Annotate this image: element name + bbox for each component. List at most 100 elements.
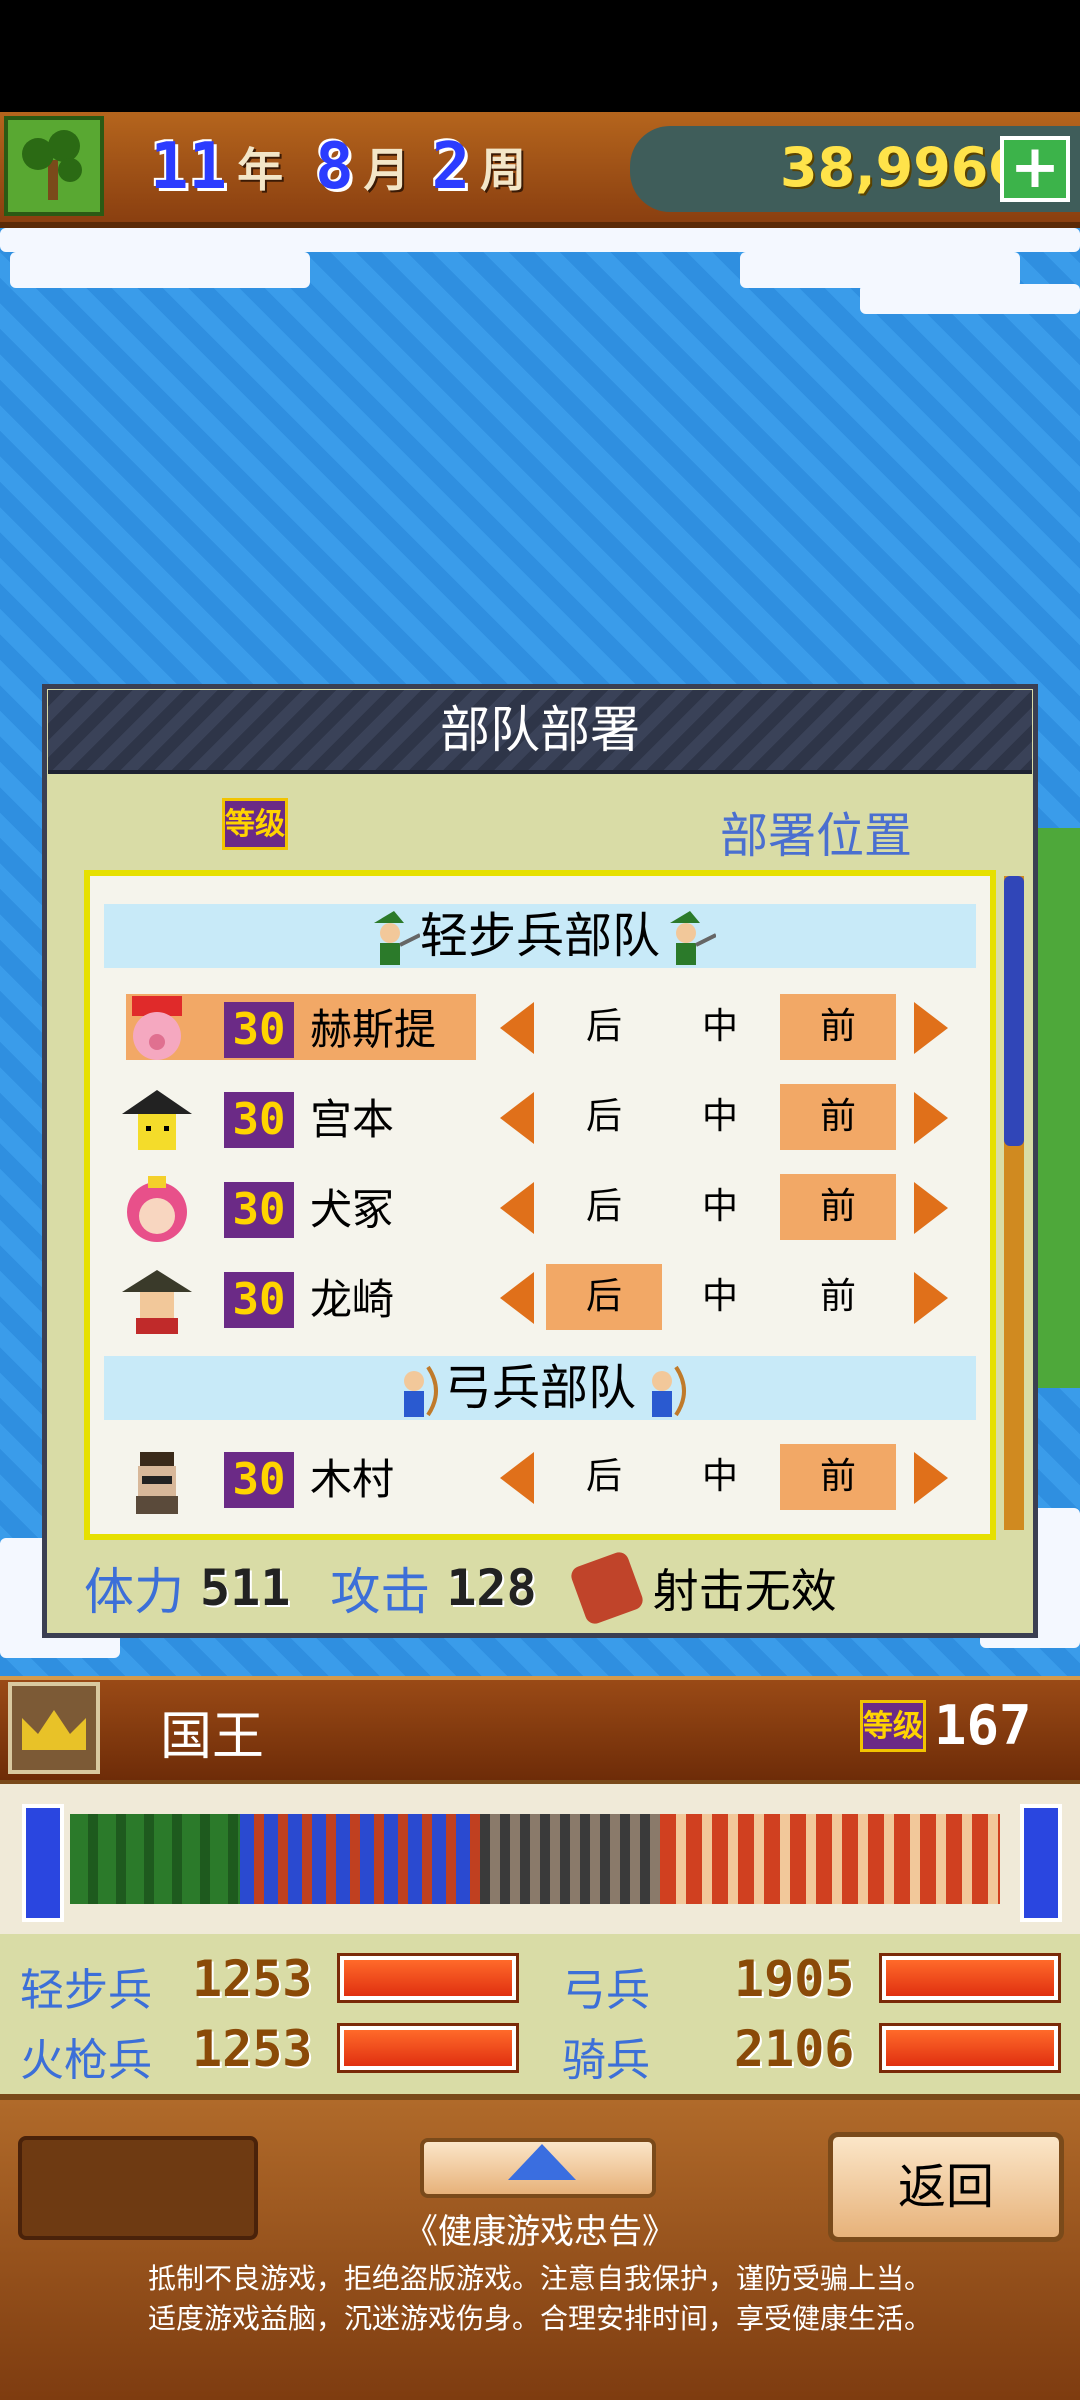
island	[1036, 828, 1080, 1388]
position-middle[interactable]: 中	[662, 1444, 778, 1510]
troop-label: 火枪兵	[20, 2035, 152, 2086]
troop-bar	[337, 2023, 519, 2073]
game-date: 11 年 8 月 2 周	[150, 122, 526, 212]
position-front[interactable]: 前	[780, 1444, 896, 1510]
level-badge-icon: 等级	[222, 798, 288, 850]
move-forward-arrow-icon[interactable]	[914, 1092, 948, 1144]
position-back[interactable]: 后	[546, 1174, 662, 1240]
position-back[interactable]: 后	[546, 1444, 662, 1510]
no-shooting-icon	[568, 1549, 646, 1627]
position-back[interactable]: 后	[546, 994, 662, 1060]
notice-line: 适度游戏益脑，沉迷游戏伤身。合理安排时间，享受健康生活。	[147, 2302, 932, 2335]
troop-value: 1253	[192, 1950, 313, 2008]
archer-icon	[388, 1361, 444, 1421]
position-front[interactable]: 前	[780, 994, 896, 1060]
move-back-arrow-icon[interactable]	[500, 1452, 534, 1504]
unit-row[interactable]: 30 木村 后 中 前	[104, 1440, 976, 1520]
group-title: 弓兵部队	[443, 1360, 636, 1416]
troop-value: 2106	[734, 2020, 855, 2078]
notice-title: 《健康游戏忠告》	[404, 2212, 676, 2252]
move-forward-arrow-icon[interactable]	[914, 1452, 948, 1504]
date-week: 2	[431, 130, 471, 204]
cloud	[860, 284, 1080, 314]
unit-row[interactable]: 30 赫斯提 后 中 前	[104, 990, 976, 1070]
bandit-avatar-icon	[122, 1446, 192, 1516]
notice-line: 抵制不良游戏，拒绝盗版游戏。注意自我保护，谨防受骗上当。	[147, 2262, 932, 2295]
health-notice: 《健康游戏忠告》 抵制不良游戏，拒绝盗版游戏。注意自我保护，谨防受骗上当。 适度…	[0, 2204, 1080, 2339]
move-forward-arrow-icon[interactable]	[914, 1272, 948, 1324]
girl-avatar-icon	[122, 1176, 192, 1246]
unit-row[interactable]: 30 宫本 后 中 前	[104, 1080, 976, 1160]
pig-avatar-icon	[122, 996, 192, 1066]
date-year: 11	[150, 130, 228, 204]
flag-icon	[22, 1804, 64, 1922]
position-middle[interactable]: 中	[662, 1174, 778, 1240]
troop-bar	[879, 2023, 1061, 2073]
position-middle[interactable]: 中	[662, 1084, 778, 1150]
troop-stats: 轻步兵 1253 弓兵 1905 火枪兵 1253 骑兵 2106	[0, 1934, 1080, 2100]
king-name: 国王	[160, 1707, 265, 1767]
position-front[interactable]: 前	[780, 1264, 896, 1330]
position-middle[interactable]: 中	[662, 994, 778, 1060]
attack-label: 攻击	[330, 1563, 431, 1621]
position-header: 部署位置	[720, 808, 913, 864]
flag-icon	[1020, 1804, 1062, 1922]
date-week-unit: 周	[480, 143, 527, 197]
unit-row[interactable]: 30 龙崎 后 中 前	[104, 1260, 976, 1340]
troop-value: 1905	[734, 1950, 855, 2008]
samurai-avatar-icon	[122, 1086, 192, 1156]
position-middle[interactable]: 中	[662, 1264, 778, 1330]
attack-value: 128	[446, 1559, 537, 1617]
unit-level: 30	[224, 1452, 294, 1508]
cloud	[0, 228, 1080, 252]
move-back-arrow-icon[interactable]	[500, 1272, 534, 1324]
date-year-unit: 年	[237, 143, 284, 197]
cloud	[740, 252, 1020, 288]
move-back-arrow-icon[interactable]	[500, 1092, 534, 1144]
move-forward-arrow-icon[interactable]	[914, 1182, 948, 1234]
unit-row[interactable]: 30 犬冢 后 中 前	[104, 1170, 976, 1250]
troop-stat-archers: 弓兵 1905	[562, 1948, 1080, 2018]
archer-troops	[240, 1814, 480, 1904]
level-badge-icon: 等级	[860, 1700, 926, 1752]
group-header-light-infantry: 轻步兵部队	[104, 904, 976, 968]
hp-label: 体力	[84, 1563, 184, 1621]
group-header-archers: 弓兵部队	[104, 1356, 976, 1420]
troop-stat-gunners: 火枪兵 1253	[20, 2018, 540, 2088]
move-back-arrow-icon[interactable]	[500, 1002, 534, 1054]
bonsai-tree-icon[interactable]	[4, 116, 104, 216]
position-front[interactable]: 前	[780, 1084, 896, 1150]
effect-text: 射击无效	[652, 1564, 837, 1618]
move-back-arrow-icon[interactable]	[500, 1182, 534, 1234]
up-arrow-icon	[508, 2144, 576, 2180]
group-title: 轻步兵部队	[419, 908, 660, 964]
dialog-title: 部队部署	[440, 701, 640, 759]
troop-bar	[879, 1953, 1061, 2003]
unit-name: 犬冢	[310, 1185, 395, 1234]
move-forward-arrow-icon[interactable]	[914, 1002, 948, 1054]
hp-value: 511	[200, 1559, 291, 1617]
unit-level: 30	[224, 1002, 294, 1058]
unit-name: 木村	[310, 1455, 395, 1504]
light-infantry-troops	[70, 1814, 240, 1904]
scrollbar-thumb[interactable]	[1004, 876, 1024, 1146]
date-month-unit: 月	[363, 143, 410, 197]
position-back[interactable]: 后	[546, 1264, 662, 1330]
add-gold-button[interactable]: +	[1000, 136, 1070, 202]
soldier-icon	[660, 909, 717, 969]
troop-label: 弓兵	[562, 1965, 650, 2016]
troop-label: 骑兵	[562, 2035, 650, 2086]
unit-name: 宫本	[310, 1095, 395, 1144]
troop-label: 轻步兵	[20, 1965, 152, 2016]
cavalry-troops	[660, 1814, 1000, 1904]
soldier-icon	[364, 909, 421, 969]
unit-level: 30	[224, 1182, 294, 1238]
status-bar	[0, 0, 1080, 112]
position-front[interactable]: 前	[780, 1174, 896, 1240]
troop-stat-cavalry: 骑兵 2106	[562, 2018, 1080, 2088]
unit-name: 龙崎	[310, 1275, 395, 1324]
position-back[interactable]: 后	[546, 1084, 662, 1150]
gold-amount: 38,996G	[780, 136, 1033, 199]
gunner-troops	[480, 1814, 660, 1904]
cloud	[10, 252, 310, 288]
